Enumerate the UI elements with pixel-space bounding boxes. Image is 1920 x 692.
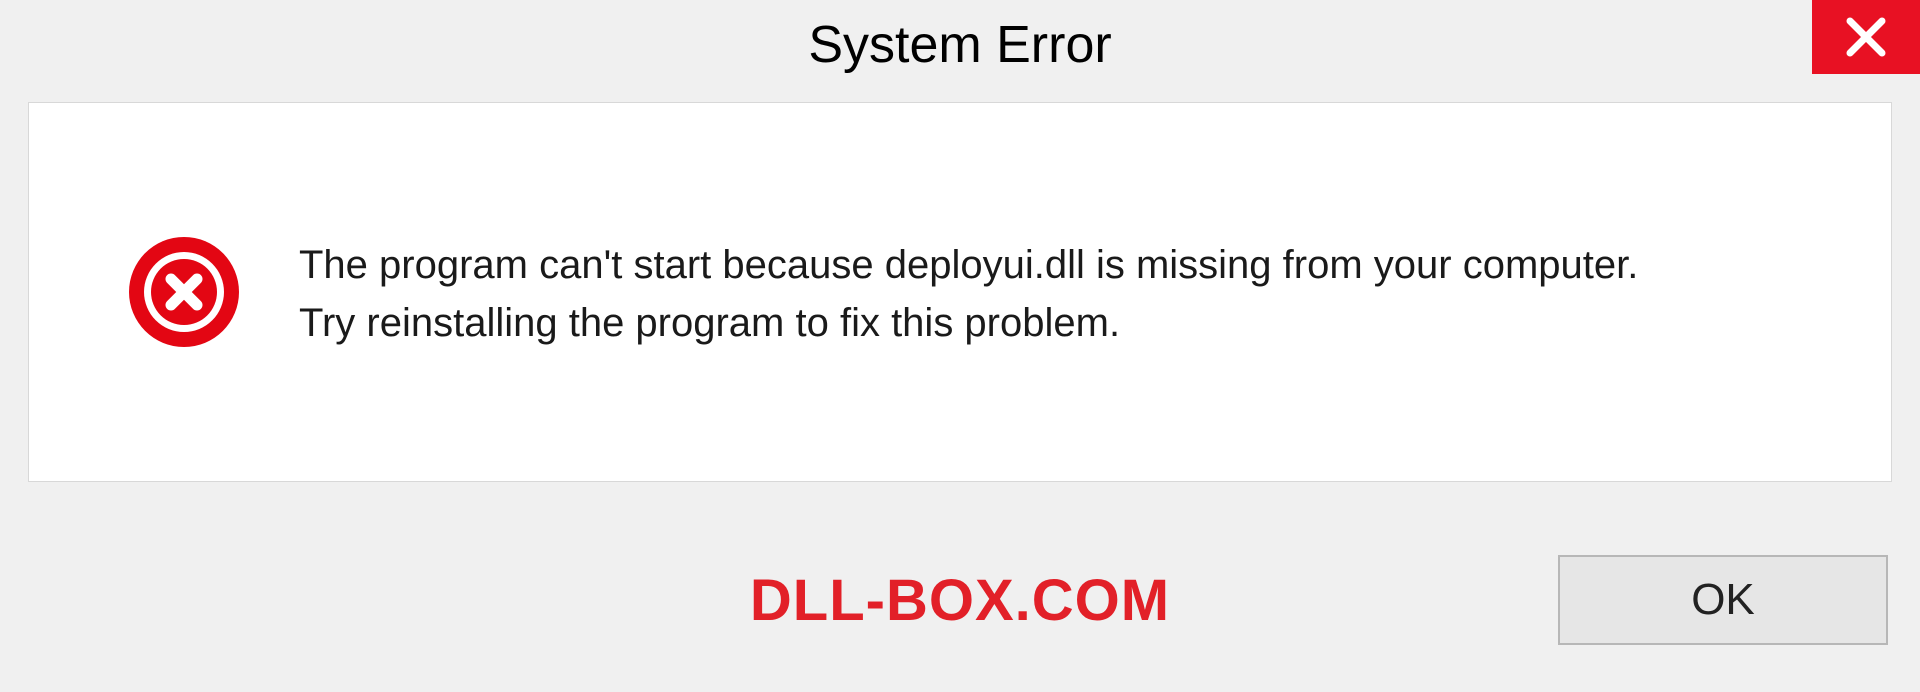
dialog-title: System Error [808, 15, 1111, 75]
titlebar: System Error [0, 0, 1920, 90]
close-icon [1844, 15, 1888, 59]
message-line-2: Try reinstalling the program to fix this… [299, 294, 1831, 352]
watermark-text: DLL-BOX.COM [750, 567, 1170, 634]
message-text: The program can't start because deployui… [299, 232, 1831, 352]
message-line-1: The program can't start because deployui… [299, 236, 1831, 294]
message-panel: The program can't start because deployui… [28, 102, 1892, 482]
error-icon [129, 237, 239, 347]
close-button[interactable] [1812, 0, 1920, 74]
ok-button[interactable]: OK [1558, 555, 1888, 645]
dialog-footer: DLL-BOX.COM OK [28, 540, 1892, 660]
